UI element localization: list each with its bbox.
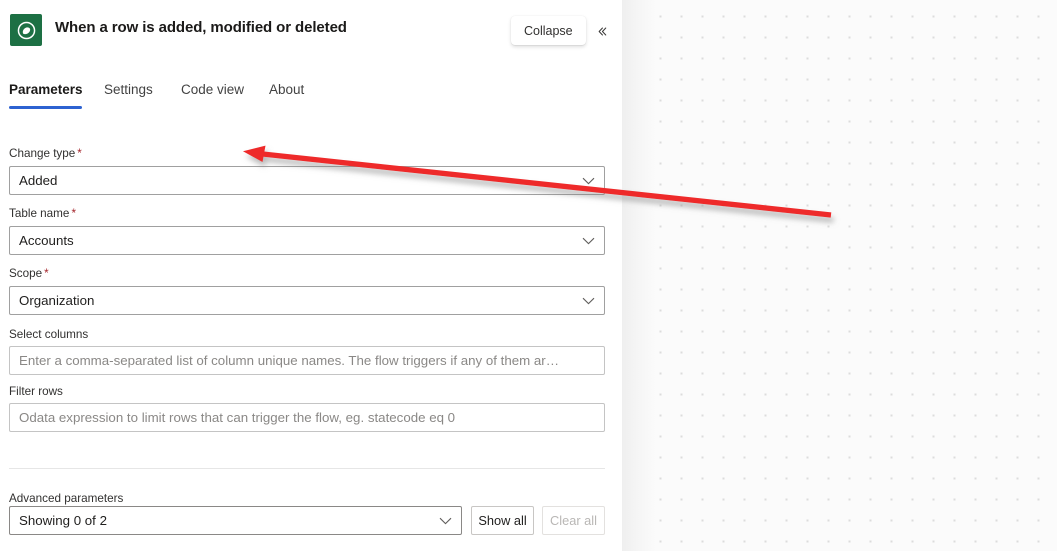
change-type-label: Change type * xyxy=(9,147,82,160)
tab-parameters[interactable]: Parameters xyxy=(9,82,83,97)
scope-label: Scope * xyxy=(9,267,49,280)
show-all-button[interactable]: Show all xyxy=(471,506,534,535)
select-columns-placeholder: Enter a comma-separated list of column u… xyxy=(19,353,560,368)
select-columns-field[interactable]: Enter a comma-separated list of column u… xyxy=(9,346,605,375)
change-type-value: Added xyxy=(19,173,58,188)
scope-value: Organization xyxy=(19,293,95,308)
tab-about[interactable]: About xyxy=(269,82,304,97)
table-name-value: Accounts xyxy=(19,233,74,248)
advanced-parameters-dropdown[interactable]: Showing 0 of 2 xyxy=(9,506,462,535)
page-title: When a row is added, modified or deleted xyxy=(55,19,347,36)
scope-dropdown[interactable]: Organization xyxy=(9,286,605,315)
change-type-dropdown[interactable]: Added xyxy=(9,166,605,195)
clear-all-button: Clear all xyxy=(542,506,605,535)
select-columns-label: Select columns xyxy=(9,328,89,341)
active-tab-indicator xyxy=(9,106,82,109)
section-divider xyxy=(9,468,605,469)
chevron-down-icon xyxy=(582,167,595,194)
filter-rows-field[interactable]: Odata expression to limit rows that can … xyxy=(9,403,605,432)
collapse-button[interactable]: Collapse xyxy=(511,16,586,45)
flow-canvas[interactable]: When a row is added, modified or deleted xyxy=(622,0,1057,551)
filter-rows-label: Filter rows xyxy=(9,385,63,398)
filter-rows-placeholder: Odata expression to limit rows that can … xyxy=(19,410,456,425)
chevron-down-icon xyxy=(439,507,452,534)
advanced-parameters-label: Advanced parameters xyxy=(9,492,124,505)
table-name-dropdown[interactable]: Accounts xyxy=(9,226,605,255)
tab-settings[interactable]: Settings xyxy=(104,82,153,97)
panel-header: When a row is added, modified or deleted… xyxy=(0,0,622,62)
action-details-panel: When a row is added, modified or deleted… xyxy=(0,0,622,551)
canvas-edge-shadow xyxy=(622,0,656,551)
chevron-down-icon xyxy=(582,227,595,254)
panel-tabs: Parameters Settings Code view About xyxy=(0,82,622,116)
app-root: When a row is added, modified or deleted xyxy=(0,0,1057,551)
dataverse-icon xyxy=(10,14,42,46)
table-name-label: Table name * xyxy=(9,207,76,220)
tab-code-view[interactable]: Code view xyxy=(181,82,244,97)
chevron-down-icon xyxy=(582,287,595,314)
chevron-double-left-icon[interactable] xyxy=(590,19,614,43)
advanced-parameters-value: Showing 0 of 2 xyxy=(19,513,107,528)
